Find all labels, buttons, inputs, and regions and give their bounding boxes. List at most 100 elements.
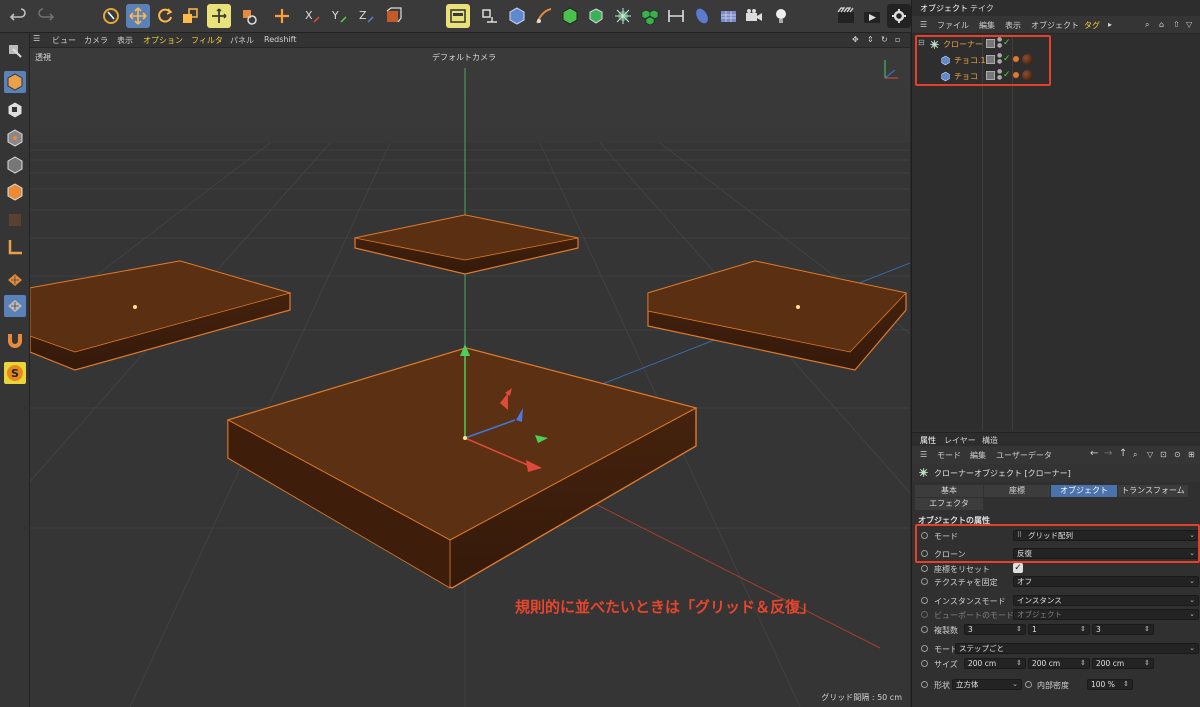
viewport-rotate-icon[interactable]: ↻ <box>881 35 888 44</box>
projection-label[interactable]: 透視 <box>35 52 51 63</box>
tab-layers[interactable]: レイヤー <box>944 435 976 446</box>
measure-icon[interactable] <box>664 4 688 28</box>
menu-panel[interactable]: パネル <box>230 35 254 46</box>
keyframe-dot-icon[interactable] <box>921 565 928 572</box>
tab-structure[interactable]: 構造 <box>982 435 998 446</box>
undo-icon[interactable] <box>6 4 30 28</box>
om-filter-icon[interactable]: ▽ <box>1186 20 1192 29</box>
magnet-icon[interactable] <box>4 329 26 351</box>
texture-mode-icon[interactable] <box>4 99 26 121</box>
hamburger-icon[interactable]: ☰ <box>920 450 927 459</box>
om-up-icon[interactable]: ⇧ <box>1173 20 1180 29</box>
viewport-zoom-icon[interactable]: ⇕ <box>867 35 874 44</box>
step-mode-dropdown[interactable]: ステップごと ⌄ <box>955 643 1199 654</box>
move-tool-icon[interactable] <box>126 4 150 28</box>
page-tab-coords[interactable]: 座標 <box>984 485 1050 497</box>
menu-display[interactable]: 表示 <box>117 35 133 46</box>
z-axis-lock-icon[interactable]: Z <box>354 4 378 28</box>
polygon-mode-icon[interactable] <box>4 181 26 203</box>
rotate-tool-icon[interactable] <box>153 4 177 28</box>
size-x-field[interactable]: 200 cm ⇕ <box>964 658 1026 669</box>
menu-camera[interactable]: カメラ <box>84 35 108 46</box>
place-tool-icon[interactable] <box>237 4 261 28</box>
live-selection-icon[interactable] <box>99 4 123 28</box>
menu-redshift[interactable]: Redshift <box>264 35 296 44</box>
keyframe-dot-icon[interactable] <box>921 597 928 604</box>
viewport-toggle-icon[interactable]: ▫ <box>895 35 900 44</box>
fill-field[interactable]: 100 % ⇕ <box>1087 679 1133 690</box>
pen-tool-icon[interactable] <box>532 4 556 28</box>
enable-snap-icon[interactable] <box>4 269 26 291</box>
tab-takes[interactable]: テイク <box>970 3 994 14</box>
axis-move-icon[interactable] <box>270 4 294 28</box>
keyframe-dot-icon[interactable] <box>921 578 928 585</box>
script-icon[interactable]: S <box>4 362 26 384</box>
transform-tool-icon[interactable] <box>207 4 231 28</box>
camera-label[interactable]: デフォルトカメラ <box>432 52 496 63</box>
stepper-icon[interactable]: ⇕ <box>1016 625 1022 634</box>
shape-dropdown[interactable]: 立方体 ⌄ <box>952 679 1022 690</box>
stepper-icon[interactable]: ⇕ <box>1144 625 1150 634</box>
stepper-icon[interactable]: ⇕ <box>1123 680 1129 689</box>
render-view-icon[interactable] <box>446 4 470 28</box>
up-arrow-icon[interactable]: ↑ <box>1119 448 1127 459</box>
om-menu-view[interactable]: 表示 <box>1005 20 1021 31</box>
workplane-icon[interactable] <box>4 295 26 317</box>
hamburger-icon[interactable]: ☰ <box>33 34 40 43</box>
model-mode-icon[interactable] <box>4 71 26 93</box>
back-arrow-icon[interactable]: ← <box>1090 448 1098 459</box>
stepper-icon[interactable]: ⇕ <box>1080 625 1086 634</box>
light-icon[interactable] <box>769 4 793 28</box>
keyframe-dot-icon[interactable] <box>921 681 928 688</box>
spline-pen-icon[interactable] <box>478 4 502 28</box>
make-editable-icon[interactable] <box>4 40 26 62</box>
page-tab-basic[interactable]: 基本 <box>915 485 983 497</box>
subdivision-icon[interactable] <box>558 4 582 28</box>
om-menu-objects[interactable]: オブジェクト <box>1031 20 1079 31</box>
x-axis-lock-icon[interactable]: X <box>300 4 324 28</box>
am-new-icon[interactable]: ⊞ <box>1188 450 1195 459</box>
size-y-field[interactable]: 200 cm ⇕ <box>1028 658 1090 669</box>
om-menu-file[interactable]: ファイル <box>937 20 969 31</box>
viewport-move-icon[interactable]: ✥ <box>852 35 859 44</box>
menu-filter[interactable]: フィルタ <box>191 35 223 46</box>
stepper-icon[interactable]: ⇕ <box>1080 659 1086 668</box>
om-search-icon[interactable]: ⌕ <box>1145 20 1149 30</box>
menu-view[interactable]: ビュー <box>52 35 76 46</box>
am-settings-icon[interactable]: ⊙ <box>1174 450 1181 459</box>
cube-primitive-icon[interactable] <box>505 4 529 28</box>
am-menu-edit[interactable]: 編集 <box>970 450 986 461</box>
camera-icon[interactable] <box>742 4 766 28</box>
keyframe-dot-icon[interactable] <box>921 660 928 667</box>
y-axis-lock-icon[interactable]: Y <box>327 4 351 28</box>
scale-tool-icon[interactable] <box>178 4 202 28</box>
render-picture-viewer-icon[interactable] <box>860 4 884 28</box>
size-z-field[interactable]: 200 cm ⇕ <box>1092 658 1154 669</box>
om-home-icon[interactable]: ⌂ <box>1159 20 1164 29</box>
mograph-icon[interactable] <box>638 4 662 28</box>
more-arrow-icon[interactable]: ▸ <box>1108 20 1112 29</box>
redo-icon[interactable] <box>34 4 58 28</box>
count-y-field[interactable]: 1 ⇕ <box>1028 624 1090 635</box>
uv-mode-icon[interactable] <box>4 209 26 231</box>
stepper-icon[interactable]: ⇕ <box>1016 659 1022 668</box>
cloner-tool-icon[interactable] <box>611 4 635 28</box>
menu-options[interactable]: オプション <box>143 35 183 46</box>
render-settings-icon[interactable] <box>887 4 911 28</box>
coordinate-system-icon[interactable] <box>381 4 405 28</box>
floor-icon[interactable] <box>716 4 740 28</box>
deformer-icon[interactable] <box>690 4 714 28</box>
render-active-view-icon[interactable] <box>834 4 858 28</box>
3d-viewport[interactable]: 透視 デフォルトカメラ 規則的に並べたいときは「グリッド＆反復」 グリッド間隔 … <box>30 48 910 707</box>
om-menu-tags[interactable]: タグ <box>1084 20 1100 31</box>
fix-texture-dropdown[interactable]: オフ ⌄ <box>1013 576 1199 587</box>
am-lock-icon[interactable]: ⊡ <box>1160 450 1167 459</box>
count-z-field[interactable]: 3 ⇕ <box>1092 624 1154 635</box>
tab-attributes[interactable]: 属性 <box>920 435 936 446</box>
page-tab-transform[interactable]: トランスフォーム <box>1118 485 1188 497</box>
page-tab-effectors[interactable]: エフェクタ <box>915 498 983 510</box>
stepper-icon[interactable]: ⇕ <box>1144 659 1150 668</box>
om-menu-edit[interactable]: 編集 <box>979 20 995 31</box>
keyframe-dot-icon[interactable] <box>921 626 928 633</box>
reset-coords-checkbox[interactable]: ✓ <box>1013 563 1023 573</box>
